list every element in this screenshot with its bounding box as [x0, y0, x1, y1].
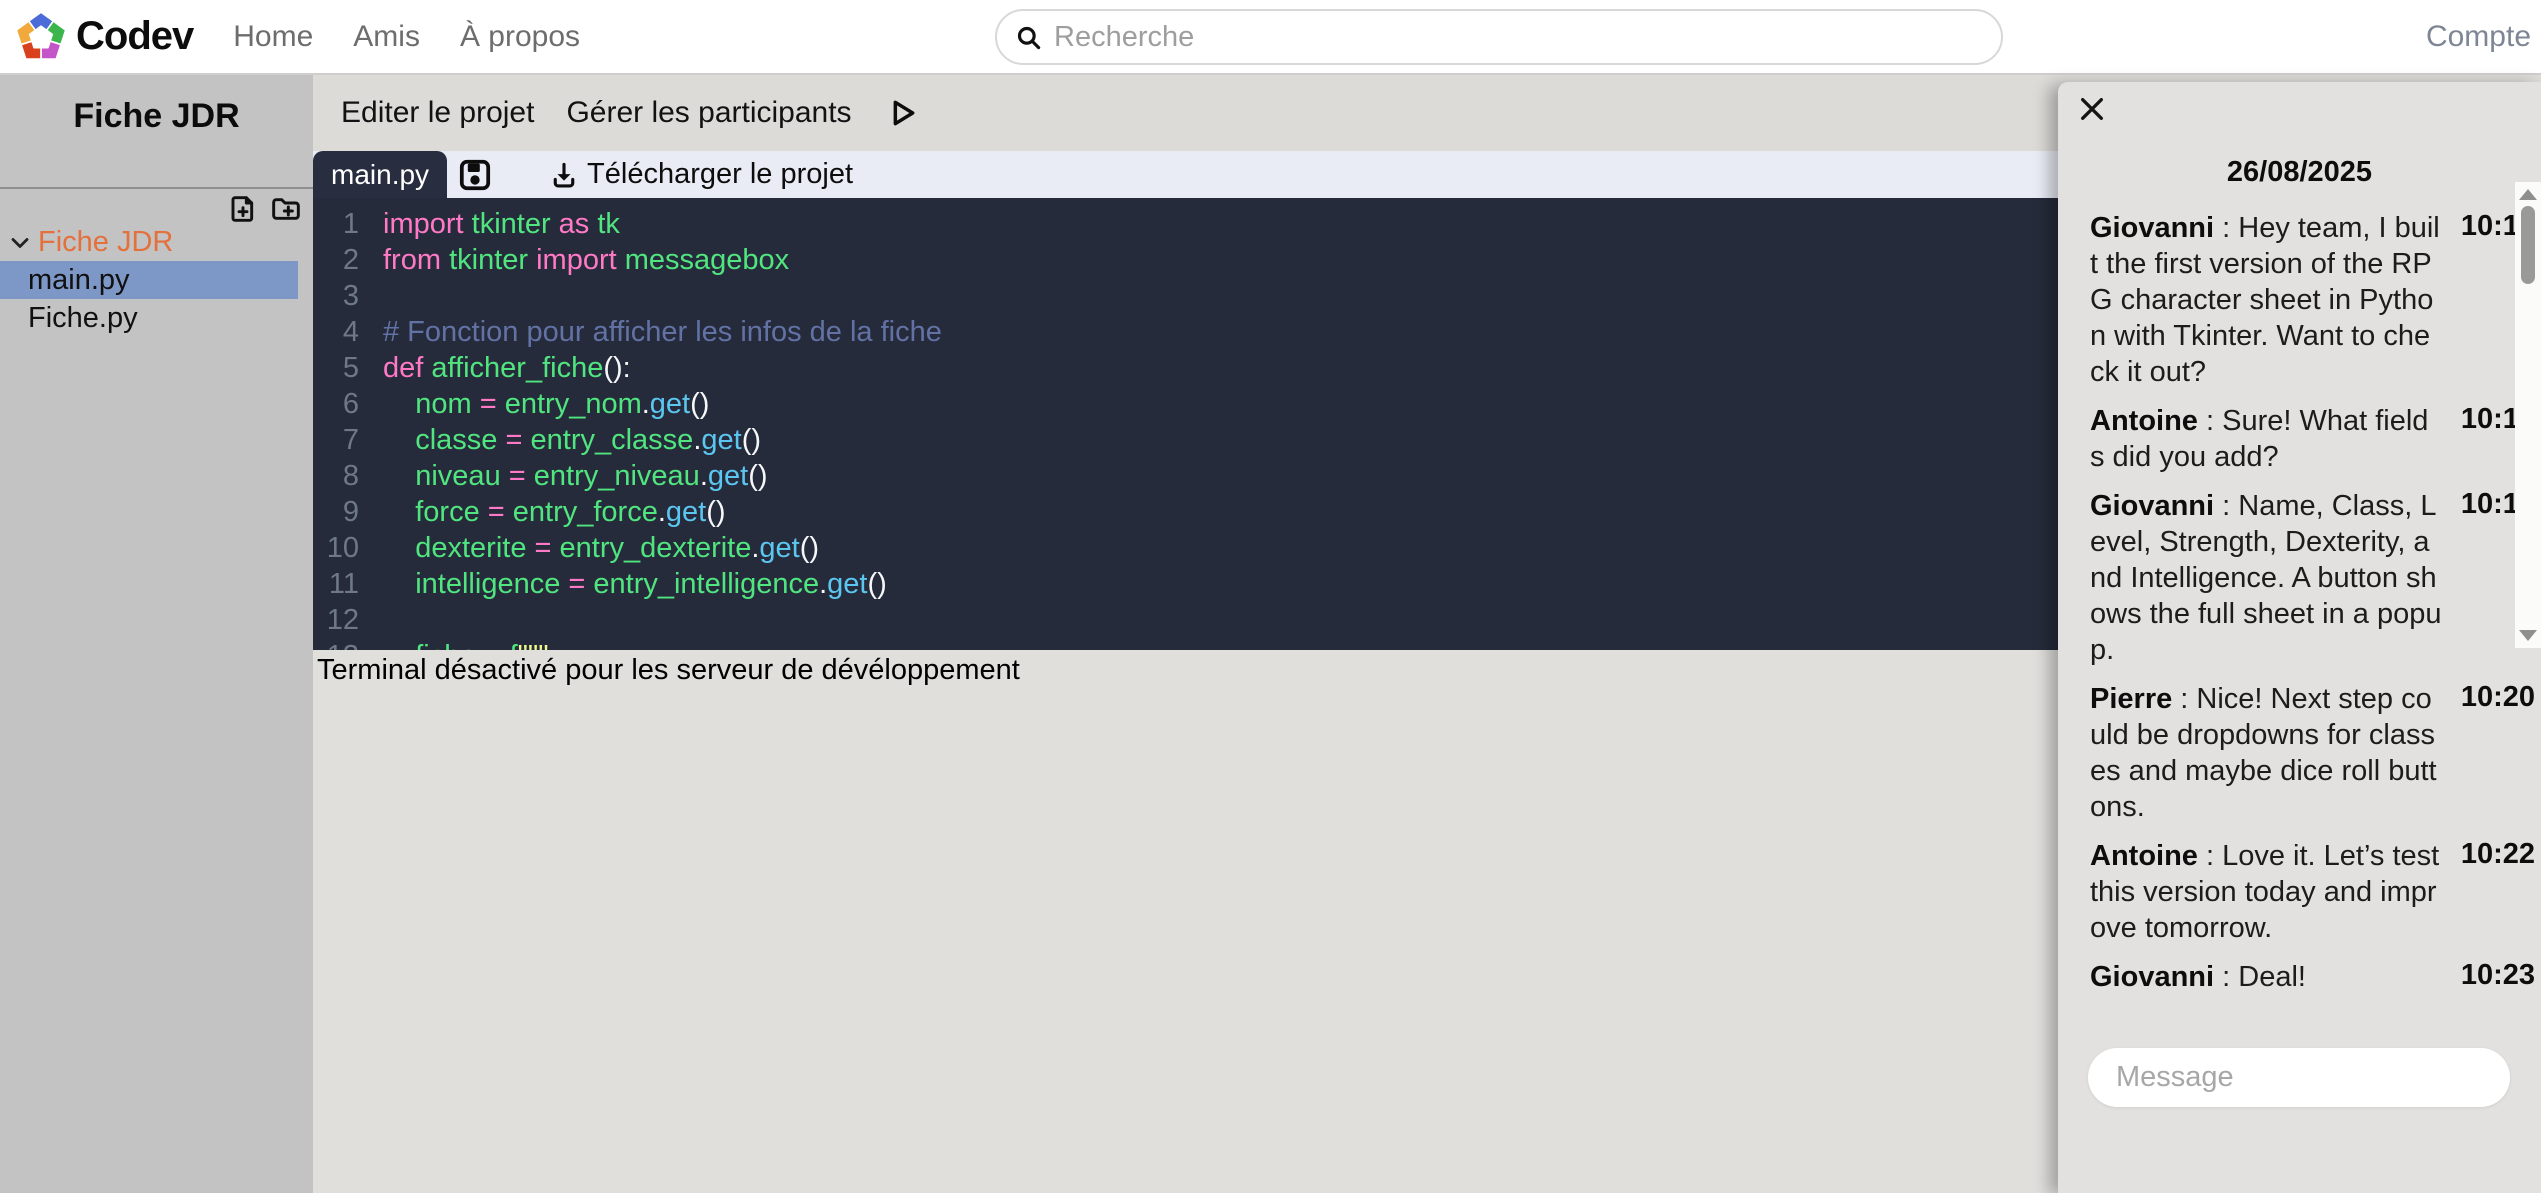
- chat-message-time: 10:23: [2461, 959, 2535, 992]
- sidebar-divider: [0, 187, 313, 189]
- play-icon: [886, 97, 918, 129]
- sidebar-actions: [227, 193, 301, 225]
- chat-message: Giovanni : Deal!10:23: [2090, 959, 2541, 995]
- download-label: Télécharger le projet: [587, 158, 853, 191]
- chat-message-time: 10:20: [2461, 681, 2535, 714]
- chat-message: Antoine : Love it. Let’s test this versi…: [2090, 838, 2541, 946]
- save-icon: [457, 157, 493, 193]
- tree-file-list: main.pyFiche.py: [0, 261, 313, 337]
- chevron-down-icon: [8, 230, 32, 254]
- search-icon: [1015, 24, 1042, 51]
- scrollbar-thumb[interactable]: [2521, 206, 2535, 284]
- tree-folder-label: Fiche JDR: [38, 226, 173, 259]
- chat-message-author: Pierre: [2090, 683, 2172, 715]
- nav-link-a-propos[interactable]: À propos: [460, 20, 580, 54]
- download-project-button[interactable]: Télécharger le projet: [549, 158, 853, 191]
- chat-message-input[interactable]: [2088, 1048, 2510, 1107]
- project-title: Fiche JDR: [0, 97, 313, 136]
- nav-link-amis[interactable]: Amis: [353, 20, 420, 54]
- sidebar: Fiche JDR Fiche J: [0, 75, 313, 1193]
- chat-message: Giovanni : Hey team, I built the first v…: [2090, 210, 2541, 390]
- new-folder-button[interactable]: [269, 193, 301, 225]
- chat-message: Pierre : Nice! Next step could be dropdo…: [2090, 681, 2541, 825]
- tree-file-Fiche.py[interactable]: Fiche.py: [0, 299, 313, 337]
- app-screen: Codev Home Amis À propos Compte Fiche JD…: [0, 0, 2541, 1193]
- search-input[interactable]: [1052, 20, 2001, 55]
- chat-message-time: 10:22: [2461, 838, 2535, 871]
- tree-folder-row[interactable]: Fiche JDR: [0, 223, 313, 261]
- tree-file-main.py[interactable]: main.py: [0, 261, 298, 299]
- nav-link-home[interactable]: Home: [233, 20, 313, 54]
- chat-scrollbar[interactable]: [2515, 182, 2541, 648]
- file-tree: Fiche JDR main.pyFiche.py: [0, 223, 313, 337]
- edit-project-button[interactable]: Editer le projet: [341, 96, 534, 130]
- chat-message-author: Antoine: [2090, 405, 2198, 437]
- download-icon: [549, 160, 579, 190]
- scroll-down-arrow-icon[interactable]: [2519, 630, 2537, 641]
- codev-logo-icon[interactable]: [14, 10, 68, 64]
- chat-panel: 26/08/2025 Giovanni : Hey team, I built …: [2058, 82, 2541, 1193]
- chat-message: Antoine : Sure! What fields did you add?…: [2090, 403, 2541, 475]
- save-file-button[interactable]: [457, 157, 493, 193]
- navbar: Codev Home Amis À propos Compte: [0, 0, 2541, 75]
- chat-message-author: Giovanni: [2090, 961, 2214, 993]
- manage-participants-button[interactable]: Gérer les participants: [566, 96, 851, 130]
- nav-links: Home Amis À propos: [233, 20, 580, 54]
- chat-close-button[interactable]: [2078, 95, 2106, 123]
- chat-message-author: Giovanni: [2090, 490, 2214, 522]
- chat-message-author: Antoine: [2090, 840, 2198, 872]
- chat-message-author: Giovanni: [2090, 212, 2214, 244]
- brand-title[interactable]: Codev: [76, 14, 193, 59]
- chat-message: Giovanni : Name, Class, Level, Strength,…: [2090, 488, 2541, 668]
- new-file-button[interactable]: [227, 193, 259, 225]
- account-link[interactable]: Compte: [2426, 20, 2531, 54]
- close-icon: [2078, 95, 2106, 123]
- search-bar: [995, 9, 2003, 65]
- scroll-up-arrow-icon[interactable]: [2519, 189, 2537, 200]
- chat-message-list: Giovanni : Hey team, I built the first v…: [2090, 210, 2541, 1008]
- chat-date: 26/08/2025: [2058, 156, 2541, 189]
- tab-main-py[interactable]: main.py: [313, 151, 447, 198]
- run-project-button[interactable]: [886, 97, 918, 129]
